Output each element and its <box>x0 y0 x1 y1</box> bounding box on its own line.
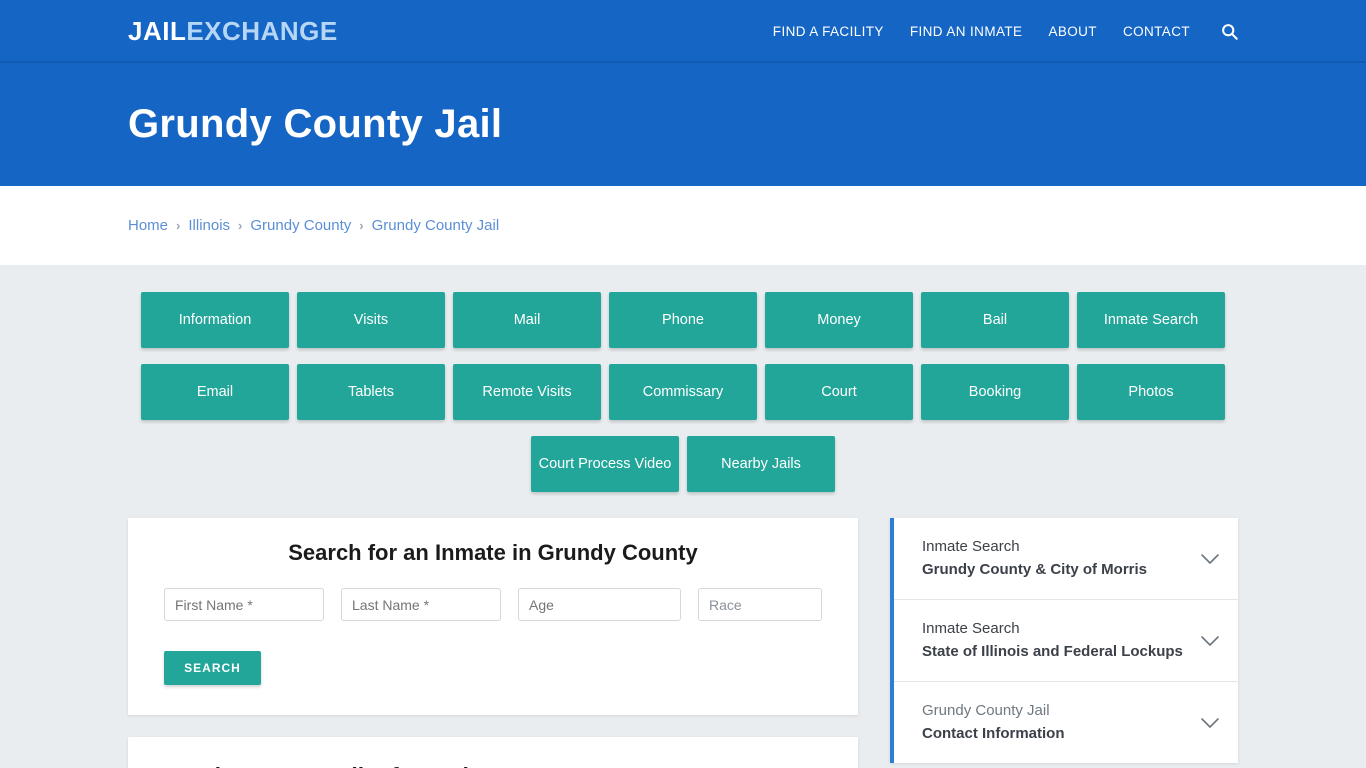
search-card-heading: Search for an Inmate in Grundy County <box>288 540 698 565</box>
main-content: Information Visits Mail Phone Money Bail… <box>0 265 1366 768</box>
accordion-item-text: Inmate Search Grundy County & City of Mo… <box>922 536 1147 581</box>
breadcrumb-item-grundy-county[interactable]: Grundy County <box>250 217 351 234</box>
race-select[interactable]: Race <box>698 588 822 621</box>
accordion-item-line1: Inmate Search <box>922 538 1020 555</box>
section-button-phone[interactable]: Phone <box>609 292 757 348</box>
age-input[interactable] <box>518 588 681 621</box>
last-name-input[interactable] <box>341 588 501 621</box>
breadcrumb-item-grundy-county-jail[interactable]: Grundy County Jail <box>372 217 500 234</box>
page-title-band: Grundy County Jail <box>0 63 1366 186</box>
section-button-commissary[interactable]: Commissary <box>609 364 757 420</box>
button-row-3: Court Process Video Nearby Jails <box>139 436 1227 492</box>
jail-information-card: Grundy County Jail Information <box>128 737 858 768</box>
page-title: Grundy County Jail <box>128 102 503 146</box>
nav-item-find-an-inmate[interactable]: FIND AN INMATE <box>897 24 1036 39</box>
section-button-photos[interactable]: Photos <box>1077 364 1225 420</box>
search-icon[interactable] <box>1203 23 1238 40</box>
accordion-item-line2: Grundy County & City of Morris <box>922 560 1147 578</box>
main-navigation: FIND A FACILITY FIND AN INMATE ABOUT CON… <box>760 0 1238 63</box>
accordion-item-inmate-search-state[interactable]: Inmate Search State of Illinois and Fede… <box>894 600 1238 682</box>
section-button-court[interactable]: Court <box>765 364 913 420</box>
section-button-court-process-video[interactable]: Court Process Video <box>531 436 679 492</box>
section-button-inmate-search[interactable]: Inmate Search <box>1077 292 1225 348</box>
breadcrumb-item-home[interactable]: Home <box>128 217 168 234</box>
search-fields: Race <box>146 588 840 621</box>
accordion-item-text: Inmate Search State of Illinois and Fede… <box>922 618 1183 663</box>
button-row-1: Information Visits Mail Phone Money Bail… <box>139 292 1227 348</box>
site-header: JAILEXCHANGE FIND A FACILITY FIND AN INM… <box>0 0 1366 63</box>
section-button-tablets[interactable]: Tablets <box>297 364 445 420</box>
breadcrumb-chevron-icon: › <box>238 218 243 233</box>
sidebar-accordion: Inmate Search Grundy County & City of Mo… <box>890 518 1238 763</box>
jail-information-heading: Grundy County Jail Information <box>152 763 834 768</box>
accordion-item-inmate-search-county[interactable]: Inmate Search Grundy County & City of Mo… <box>894 518 1238 600</box>
chevron-down-icon[interactable] <box>1200 553 1220 565</box>
section-button-visits[interactable]: Visits <box>297 292 445 348</box>
facility-section-buttons: Information Visits Mail Phone Money Bail… <box>139 292 1227 492</box>
breadcrumb-chevron-icon: › <box>176 218 181 233</box>
first-name-input[interactable] <box>164 588 324 621</box>
breadcrumb: Home › Illinois › Grundy County › Grundy… <box>128 217 499 234</box>
section-button-money[interactable]: Money <box>765 292 913 348</box>
nav-item-about[interactable]: ABOUT <box>1035 24 1110 39</box>
logo-text-primary: JAIL <box>128 16 187 46</box>
search-submit-button[interactable]: SEARCH <box>164 651 261 685</box>
nav-item-find-a-facility[interactable]: FIND A FACILITY <box>760 24 897 39</box>
accordion-item-text: Grundy County Jail Contact Information <box>922 700 1065 745</box>
breadcrumb-item-illinois[interactable]: Illinois <box>188 217 230 234</box>
logo-text-secondary: EXCHANGE <box>186 16 338 46</box>
site-logo[interactable]: JAILEXCHANGE <box>128 18 338 44</box>
breadcrumb-band: Home › Illinois › Grundy County › Grundy… <box>0 186 1366 265</box>
accordion-item-contact-information[interactable]: Grundy County Jail Contact Information <box>894 682 1238 763</box>
breadcrumb-chevron-icon: › <box>359 218 364 233</box>
accordion-item-line1: Inmate Search <box>922 620 1020 637</box>
left-column: Search for an Inmate in Grundy County Ra… <box>128 518 858 768</box>
section-button-mail[interactable]: Mail <box>453 292 601 348</box>
section-button-remote-visits[interactable]: Remote Visits <box>453 364 601 420</box>
section-button-booking[interactable]: Booking <box>921 364 1069 420</box>
section-button-information[interactable]: Information <box>141 292 289 348</box>
right-column: Inmate Search Grundy County & City of Mo… <box>890 518 1238 763</box>
button-row-2: Email Tablets Remote Visits Commissary C… <box>139 364 1227 420</box>
accordion-item-line2: State of Illinois and Federal Lockups <box>922 642 1183 660</box>
content-columns: Search for an Inmate in Grundy County Ra… <box>128 518 1238 768</box>
chevron-down-icon[interactable] <box>1200 635 1220 647</box>
section-button-email[interactable]: Email <box>141 364 289 420</box>
accordion-item-line1: Grundy County Jail <box>922 702 1050 719</box>
chevron-down-icon[interactable] <box>1200 717 1220 729</box>
accordion-item-line2: Contact Information <box>922 724 1065 742</box>
section-button-bail[interactable]: Bail <box>921 292 1069 348</box>
inmate-search-card: Search for an Inmate in Grundy County Ra… <box>128 518 858 715</box>
section-button-nearby-jails[interactable]: Nearby Jails <box>687 436 835 492</box>
nav-item-contact[interactable]: CONTACT <box>1110 24 1203 39</box>
